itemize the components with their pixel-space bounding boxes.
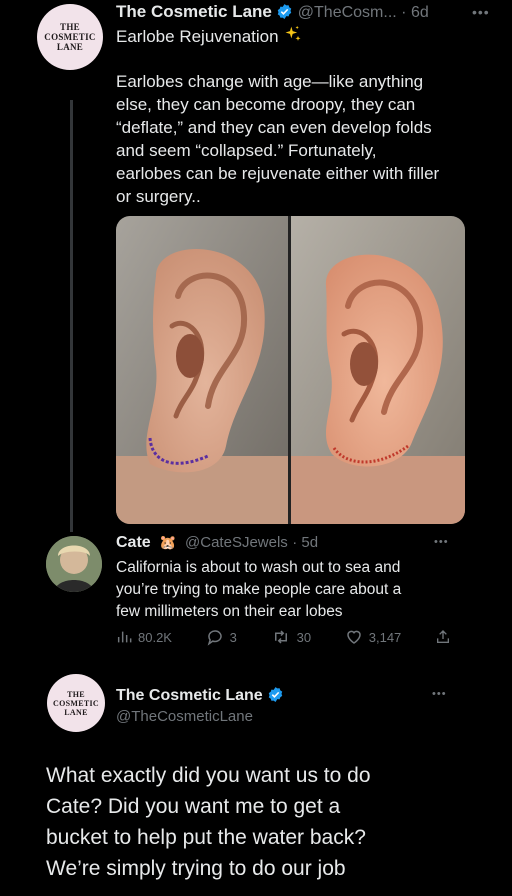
tweet-header: The Cosmetic Lane	[116, 686, 284, 705]
retweet-count: 30	[296, 629, 312, 645]
reply-icon	[207, 630, 222, 646]
views-icon	[117, 631, 132, 643]
share-icon	[436, 630, 449, 643]
avatar-text-line: THE	[60, 22, 80, 32]
display-name[interactable]: The Cosmetic Lane	[116, 2, 272, 21]
reply-count: 3	[229, 629, 237, 645]
display-name[interactable]: Cate	[116, 534, 151, 551]
before-after-ear-photo	[116, 216, 465, 524]
more-options-icon[interactable]: •••	[432, 688, 447, 700]
tweet-body-line: else, they can become droopy, they can	[116, 95, 416, 114]
thread-line	[70, 100, 73, 532]
tweet-body-line: California is about to wash out to sea a…	[116, 559, 401, 576]
retweet-icon	[274, 630, 287, 644]
hamster-icon: 🐹	[159, 534, 177, 550]
reply-button[interactable]: 3	[206, 628, 237, 646]
handle[interactable]: @TheCosmeticLane	[116, 708, 253, 725]
avatar-text-line: LANE	[64, 707, 88, 717]
more-options-icon[interactable]: •••	[472, 4, 490, 20]
tweet-body-line: What exactly did you want us to do	[46, 764, 371, 787]
heart-icon	[346, 630, 361, 644]
avatar-photo	[46, 536, 102, 592]
tweet-body-line: few millimeters on their ear lobes	[116, 603, 343, 620]
tweet-title-text: Earlobe Rejuvenation	[116, 27, 279, 46]
sparkles-icon	[285, 25, 301, 41]
verified-badge-icon	[268, 687, 283, 702]
tweet-body: California is about to wash out to sea a…	[116, 557, 486, 623]
retweet-button[interactable]: 30	[271, 628, 311, 646]
tweet-header: The Cosmetic Lane @TheCosm... · 6d	[116, 2, 429, 22]
tweet-body-line: earlobes can be rejuvenate either with f…	[116, 164, 440, 183]
tweet-body: What exactly did you want us to do Cate?…	[46, 760, 496, 884]
verified-badge-icon	[278, 4, 292, 19]
handle[interactable]: @CateSJewels	[185, 534, 288, 551]
tweet-header: Cate 🐹 @CateSJewels · 5d	[116, 534, 318, 552]
tweet-body-line: “deflate,” and they can even develop fol…	[116, 118, 432, 137]
avatar[interactable]: THE COSMETIC LANE	[37, 4, 103, 70]
avatar-text-line: THE	[67, 689, 85, 699]
tweet-body-line: Earlobes change with age—like anything	[116, 72, 424, 91]
like-button[interactable]: 3,147	[345, 628, 402, 646]
avatar-text-line: COSMETIC	[44, 32, 96, 42]
tweet-body: Earlobes change with age—like anything e…	[116, 70, 496, 208]
tweet-image[interactable]	[116, 216, 465, 524]
tweet-body-line: We’re simply trying to do our job	[46, 857, 346, 880]
tweet-body-line: and seem “collapsed.” Fortunately,	[116, 141, 377, 160]
tweet-body-line: Cate? Did you want me to get a	[46, 795, 341, 818]
views-stat[interactable]: 80.2K	[116, 629, 172, 645]
avatar-text-line: COSMETIC	[53, 698, 99, 708]
display-name[interactable]: The Cosmetic Lane	[116, 687, 263, 704]
avatar-text-line: LANE	[56, 42, 84, 52]
more-options-icon[interactable]: •••	[434, 536, 449, 548]
tweet-body-line: you’re trying to make people care about …	[116, 581, 402, 598]
views-count: 80.2K	[138, 629, 172, 645]
share-button[interactable]	[435, 628, 451, 646]
timestamp[interactable]: · 6d	[401, 4, 429, 21]
like-count: 3,147	[368, 629, 402, 645]
tweet-title: Earlobe Rejuvenation	[116, 25, 303, 48]
avatar[interactable]	[46, 536, 102, 592]
tweet-actions: 80.2K 3 30 3,147	[116, 628, 451, 646]
avatar[interactable]: THE COSMETIC LANE	[47, 674, 105, 732]
tweet-body-line: bucket to help put the water back?	[46, 826, 366, 849]
tweet-body-line: or surgery..	[116, 187, 201, 206]
timestamp[interactable]: · 5d	[292, 534, 318, 551]
handle[interactable]: @TheCosm...	[298, 4, 397, 21]
